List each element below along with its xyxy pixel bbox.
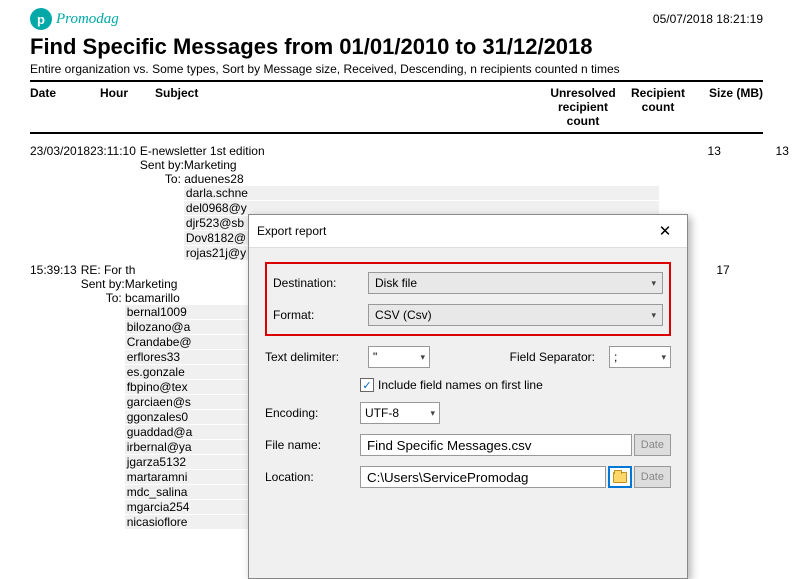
include-fields-label: Include field names on first line bbox=[378, 378, 543, 392]
format-select[interactable]: CSV (Csv) ▾ bbox=[368, 304, 663, 326]
text-delimiter-select[interactable]: " ▾ bbox=[368, 346, 430, 368]
format-value: CSV (Csv) bbox=[375, 308, 432, 322]
divider bbox=[30, 132, 763, 134]
col-recipient: Recipient count bbox=[623, 86, 693, 128]
report-subtitle: Entire organization vs. Some types, Sort… bbox=[30, 62, 763, 76]
browse-button[interactable] bbox=[608, 466, 632, 488]
chevron-down-icon: ▾ bbox=[651, 310, 656, 321]
recipient-item: darla.schne bbox=[184, 186, 659, 200]
brand-name: Promodag bbox=[56, 11, 119, 28]
highlighted-section: Destination: Disk file ▾ Format: CSV (Cs… bbox=[265, 262, 671, 336]
to-line: To: aduenes28 bbox=[165, 172, 659, 186]
file-name-label: File name: bbox=[265, 438, 360, 452]
destination-select[interactable]: Disk file ▾ bbox=[368, 272, 663, 294]
encoding-select[interactable]: UTF-8 ▾ bbox=[360, 402, 440, 424]
export-dialog: Export report ✕ Destination: Disk file ▾… bbox=[248, 214, 688, 579]
message-subject: E-newsletter 1st edition bbox=[140, 144, 659, 158]
encoding-label: Encoding: bbox=[265, 406, 360, 420]
sent-by: Sent by:Marketing bbox=[140, 158, 659, 172]
col-date: Date bbox=[30, 86, 100, 128]
message-hour: 15:39:13 bbox=[30, 263, 81, 530]
report-timestamp: 05/07/2018 18:21:19 bbox=[653, 12, 763, 26]
size-value bbox=[750, 263, 793, 530]
field-separator-label: Field Separator: bbox=[438, 350, 601, 364]
encoding-value: UTF-8 bbox=[365, 406, 399, 420]
chevron-down-icon: ▾ bbox=[651, 278, 656, 289]
field-separator-value: ; bbox=[614, 350, 617, 364]
location-date-button[interactable]: Date bbox=[634, 466, 671, 488]
chevron-down-icon: ▾ bbox=[661, 352, 666, 363]
text-delimiter-value: " bbox=[373, 350, 377, 364]
format-label: Format: bbox=[273, 308, 368, 322]
recipient-count: 13 bbox=[739, 144, 793, 261]
destination-label: Destination: bbox=[273, 276, 368, 290]
divider bbox=[30, 80, 763, 82]
message-date: 23/03/2018 bbox=[30, 144, 90, 261]
col-hour: Hour bbox=[100, 86, 155, 128]
text-delimiter-label: Text delimiter: bbox=[265, 350, 360, 364]
report-title: Find Specific Messages from 01/01/2010 t… bbox=[30, 34, 763, 60]
file-date-button[interactable]: Date bbox=[634, 434, 671, 456]
brand-logo: p Promodag bbox=[30, 8, 119, 30]
col-unresolved: Unresolved recipient count bbox=[543, 86, 623, 128]
chevron-down-icon: ▾ bbox=[430, 408, 435, 419]
brand-logo-icon: p bbox=[30, 8, 52, 30]
close-icon[interactable]: ✕ bbox=[651, 221, 679, 241]
destination-value: Disk file bbox=[375, 276, 417, 290]
table-header: Date Hour Subject Unresolved recipient c… bbox=[0, 86, 793, 128]
folder-icon bbox=[613, 472, 627, 483]
file-name-input[interactable] bbox=[360, 434, 632, 456]
col-size: Size (MB) bbox=[693, 86, 763, 128]
message-hour: 23:11:10 bbox=[90, 144, 140, 261]
recipient-count: 17 bbox=[680, 263, 750, 530]
location-input[interactable] bbox=[360, 466, 606, 488]
chevron-down-icon: ▾ bbox=[420, 352, 425, 363]
recipient-item: del0968@y bbox=[184, 201, 659, 215]
col-subject: Subject bbox=[155, 86, 543, 128]
dialog-titlebar[interactable]: Export report ✕ bbox=[249, 215, 687, 248]
field-separator-select[interactable]: ; ▾ bbox=[609, 346, 671, 368]
dialog-title: Export report bbox=[257, 224, 326, 238]
include-fields-checkbox[interactable]: ✓ bbox=[360, 378, 374, 392]
location-label: Location: bbox=[265, 470, 360, 484]
